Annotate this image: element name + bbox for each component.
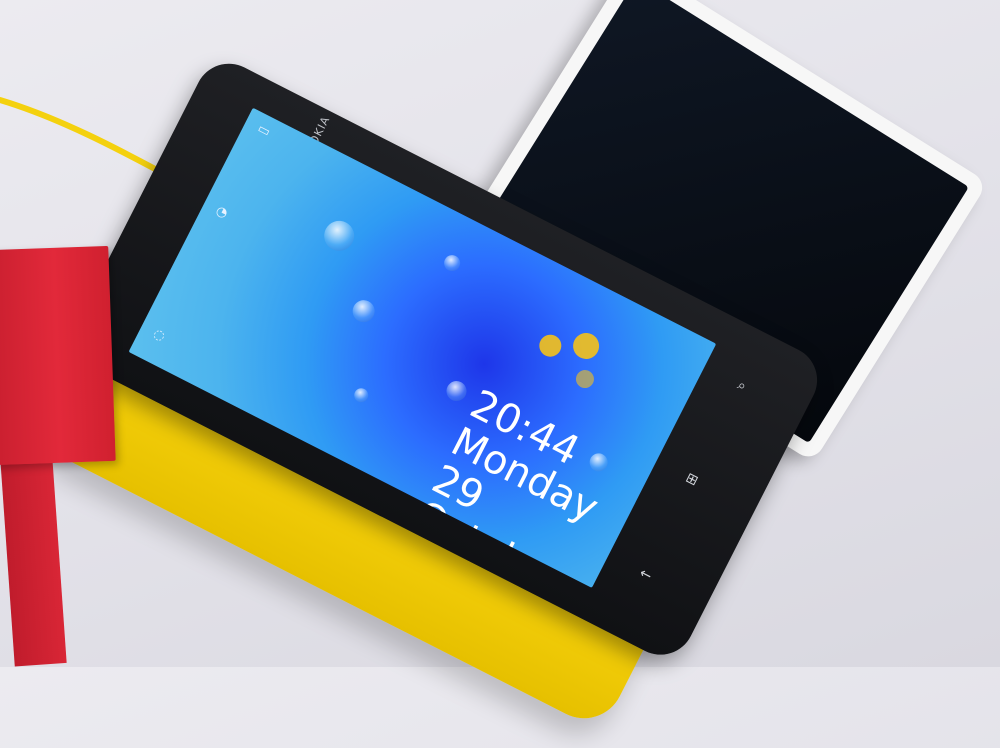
search-icon[interactable]: ⌕ bbox=[735, 377, 749, 395]
notification-icon: ◌ bbox=[150, 326, 168, 345]
water-drop bbox=[348, 296, 379, 326]
tag-label: fatboy bbox=[0, 300, 4, 467]
battery-icon: ▭ bbox=[254, 121, 273, 141]
back-icon[interactable]: ← bbox=[637, 565, 655, 585]
water-drop bbox=[586, 450, 611, 475]
water-drop bbox=[441, 252, 463, 274]
bokeh-light bbox=[535, 330, 566, 361]
water-drop bbox=[351, 385, 371, 405]
wifi-icon: ◔ bbox=[213, 203, 231, 222]
bokeh-light bbox=[572, 366, 598, 392]
windows-icon[interactable]: ⊞ bbox=[683, 470, 701, 490]
water-drop bbox=[318, 215, 360, 257]
water-drop bbox=[443, 377, 470, 405]
photo-scene: NOKIA ▭ ◔ ◌ 20:44 Monday 29 October ⌕ ⊞ … bbox=[0, 0, 1000, 733]
bokeh-light bbox=[568, 328, 604, 364]
fabric-tag bbox=[0, 245, 116, 466]
